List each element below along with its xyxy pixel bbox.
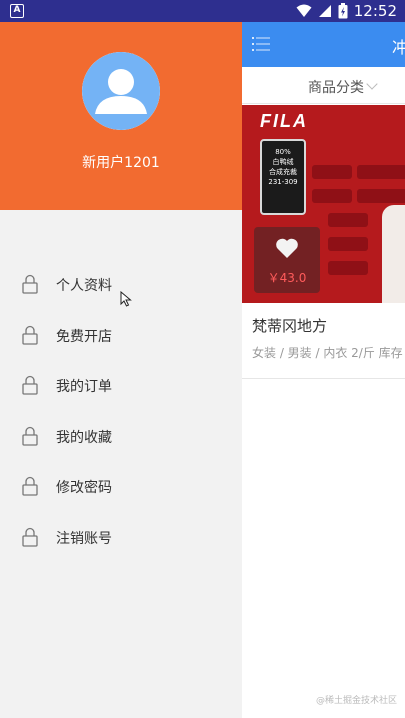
banner-seat xyxy=(312,165,352,179)
navigation-drawer: 新用户1201 个人资料 免费开店 我的订单 我的收藏 修改密码 注销账号 xyxy=(0,22,242,718)
product-tags: 女装 / 男装 / 内衣 2/斤 库存 xyxy=(252,346,403,360)
poster-line: 合成充裁 xyxy=(269,168,297,176)
banner-seat xyxy=(328,237,368,251)
drawer-item-label: 免费开店 xyxy=(56,328,112,345)
user-avatar-icon xyxy=(82,52,160,130)
menu-icon[interactable] xyxy=(252,36,270,52)
cursor-icon xyxy=(120,291,132,307)
username[interactable]: 新用户1201 xyxy=(0,152,242,172)
drawer-item-delete-account[interactable]: 注销账号 xyxy=(0,513,242,564)
lock-icon xyxy=(22,426,38,446)
lock-icon xyxy=(22,476,38,496)
banner-seat xyxy=(328,213,368,227)
drawer-item-favorites[interactable]: 我的收藏 xyxy=(0,412,242,463)
drawer-item-label: 修改密码 xyxy=(56,480,112,496)
banner-seat xyxy=(357,165,405,179)
drawer-item-label: 我的订单 xyxy=(56,379,112,395)
watermark: @稀土掘金技术社区 xyxy=(316,696,398,706)
product-name[interactable]: 梵蒂冈地方 xyxy=(252,315,327,336)
drawer-item-orders[interactable]: 我的订单 xyxy=(0,361,242,412)
banner-seat xyxy=(312,189,352,203)
heart-icon xyxy=(276,238,298,258)
status-indicators: 12:52 xyxy=(296,2,397,20)
lock-icon xyxy=(22,527,38,547)
lock-icon xyxy=(22,274,38,294)
main-toolbar: 冲 xyxy=(242,22,405,67)
main-page: 冲 商品分类 FILA 80% 白鸭绒 合成充裁 231-309 ￥43.0 梵… xyxy=(242,22,405,718)
banner-poster: 80% 白鸭绒 合成充裁 231-309 xyxy=(260,139,306,215)
drawer-item-label: 我的收藏 xyxy=(56,429,112,446)
product-price: ￥43.0 xyxy=(267,271,307,285)
drawer-header: 新用户1201 xyxy=(0,22,242,210)
drawer-item-change-password[interactable]: 修改密码 xyxy=(0,462,242,513)
poster-line: 80% xyxy=(275,148,291,156)
signal-icon xyxy=(318,5,331,17)
product-banner-image[interactable]: FILA 80% 白鸭绒 合成充裁 231-309 ￥43.0 xyxy=(242,105,405,303)
banner-seat xyxy=(328,261,368,275)
lock-icon xyxy=(22,375,38,395)
favorite-button[interactable]: ￥43.0 xyxy=(254,227,320,293)
drawer-item-label: 个人资料 xyxy=(56,278,112,294)
avatar[interactable] xyxy=(82,52,160,130)
drawer-item-label: 注销账号 xyxy=(56,530,112,547)
status-bar: A 12:52 xyxy=(0,0,405,22)
banner-brand-logo: FILA xyxy=(260,111,308,131)
poster-line: 231-309 xyxy=(268,178,298,186)
category-filter[interactable]: 商品分类 xyxy=(242,67,405,104)
status-time: 12:52 xyxy=(353,2,397,20)
toolbar-title: 冲 xyxy=(392,38,405,57)
poster-line: 白鸭绒 xyxy=(272,158,294,166)
wifi-icon xyxy=(296,4,312,17)
category-chevron-icon xyxy=(366,78,378,90)
divider xyxy=(242,378,405,379)
banner-seat xyxy=(357,189,405,203)
banner-model-figure xyxy=(382,205,405,303)
drawer-item-open-shop[interactable]: 免费开店 xyxy=(0,311,242,362)
battery-icon xyxy=(338,3,348,19)
category-label: 商品分类 xyxy=(308,80,364,96)
lock-icon xyxy=(22,325,38,345)
notification-icon: A xyxy=(10,4,24,18)
